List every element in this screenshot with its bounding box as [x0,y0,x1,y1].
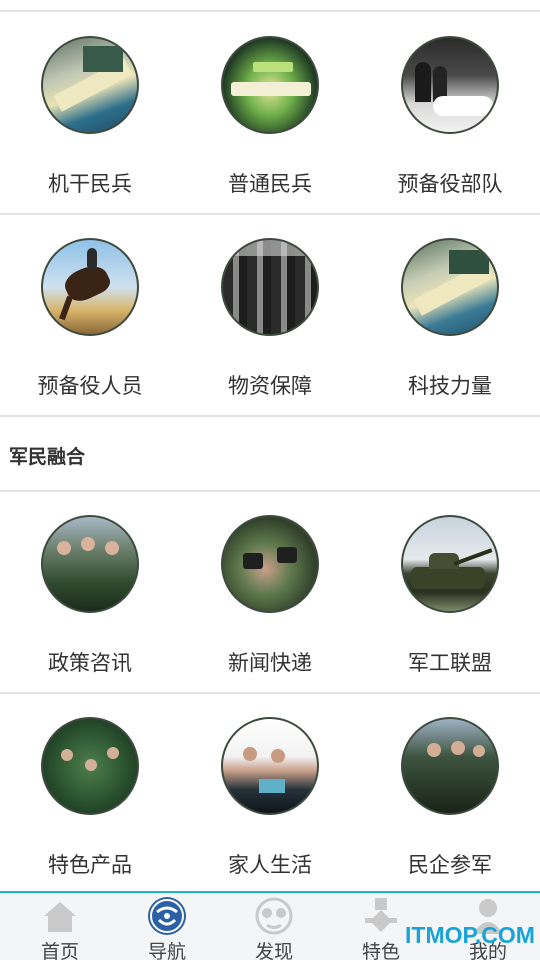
grid-row: 机干民兵 普通民兵 预备役部队 [0,13,540,215]
grid-item-featured-products[interactable]: 特色产品 [0,694,180,894]
home-icon [44,902,76,932]
grid-item-label: 新闻快递 [228,651,312,675]
grid-item-private-enterprise[interactable]: 民企参军 [360,694,540,894]
grid-item-label: 科技力量 [408,374,492,398]
sand-table-photo-icon [221,36,319,134]
press-crowd-photo-icon [221,515,319,613]
grid-item-family-life[interactable]: 家人生活 [180,694,360,894]
reserve-forces-grid: 机干民兵 普通民兵 预备役部队 预备役人员 物资保障 科技力量 [0,13,540,417]
grid-item-news-express[interactable]: 新闻快递 [180,492,360,692]
grid-item-ordinary-militia[interactable]: 普通民兵 [180,13,360,213]
grid-row: 特色产品 家人生活 民企参军 [0,694,540,896]
tab-discover[interactable]: 发现 [220,893,328,963]
generals-photo-icon [401,717,499,815]
tab-home[interactable]: 首页 [6,893,114,963]
grid-item-label: 家人生活 [228,853,312,877]
command-room-photo-icon [41,36,139,134]
grid-item-label: 政策咨讯 [48,651,132,675]
tank-photo-icon [401,515,499,613]
grid-item-reserve-personnel[interactable]: 预备役人员 [0,215,180,415]
grid-item-label: 特色产品 [48,853,132,877]
civil-military-grid: 政策咨讯 新闻快递 军工联盟 特色产品 家人生活 民企参军 [0,492,540,896]
section-title: 军民融合 [9,446,86,468]
grid-item-label: 预备役部队 [397,172,503,196]
officials-photo-icon [401,36,499,134]
grid-item-label: 预备役人员 [37,374,143,398]
top-divider [0,10,540,12]
tab-navigation[interactable]: 导航 [113,893,221,963]
officers-group-photo-icon [41,515,139,613]
grid-item-label: 军工联盟 [408,651,492,675]
navigation-icon [148,897,186,935]
watermark: ITMOP.COM [405,922,535,948]
grid-item-label: 普通民兵 [228,172,312,196]
grid-item-tech-power[interactable]: 科技力量 [360,215,540,415]
grid-item-label: 物资保障 [228,374,312,398]
grid-item-label: 民企参军 [408,853,492,877]
troops-meeting-photo-icon [41,717,139,815]
grid-item-reserve-troops[interactable]: 预备役部队 [360,13,540,213]
horse-rider-photo-icon [41,238,139,336]
grid-item-jigan-militia[interactable]: 机干民兵 [0,13,180,213]
section-header: 军民融合 [0,418,540,492]
grid-row: 政策咨讯 新闻快递 军工联盟 [0,492,540,694]
grid-item-policy-news[interactable]: 政策咨讯 [0,492,180,692]
medal-icon [365,898,397,932]
family-photo-icon [221,717,319,815]
grid-item-label: 机干民兵 [48,172,132,196]
grid-row: 预备役人员 物资保障 科技力量 [0,215,540,417]
grid-item-military-industry[interactable]: 军工联盟 [360,492,540,692]
control-room-photo-icon [401,238,499,336]
grid-item-material-support[interactable]: 物资保障 [180,215,360,415]
discover-icon [255,897,293,935]
soldiers-formation-photo-icon [221,238,319,336]
